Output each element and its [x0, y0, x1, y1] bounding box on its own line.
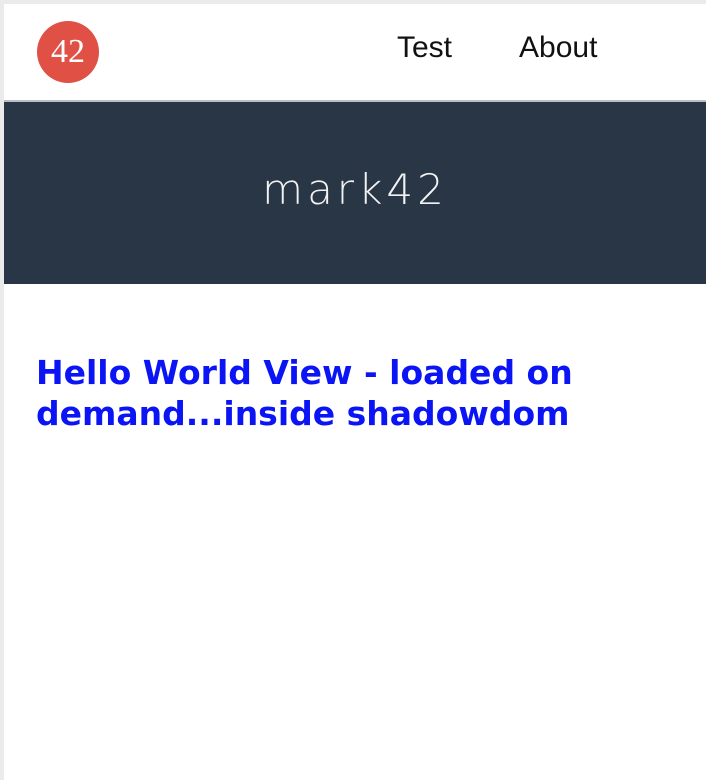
- site-title: mark42: [262, 165, 448, 214]
- logo-42-icon[interactable]: 42: [37, 21, 99, 83]
- nav-link-about[interactable]: About: [519, 29, 597, 67]
- hero-banner: mark42: [4, 102, 706, 284]
- app-frame: 42 Test About mark42 Hello World View - …: [0, 0, 706, 780]
- page-heading: Hello World View - loaded on demand...in…: [36, 353, 573, 433]
- nav-link-test[interactable]: Test: [397, 29, 452, 67]
- top-navigation-bar: 42 Test About: [4, 4, 706, 102]
